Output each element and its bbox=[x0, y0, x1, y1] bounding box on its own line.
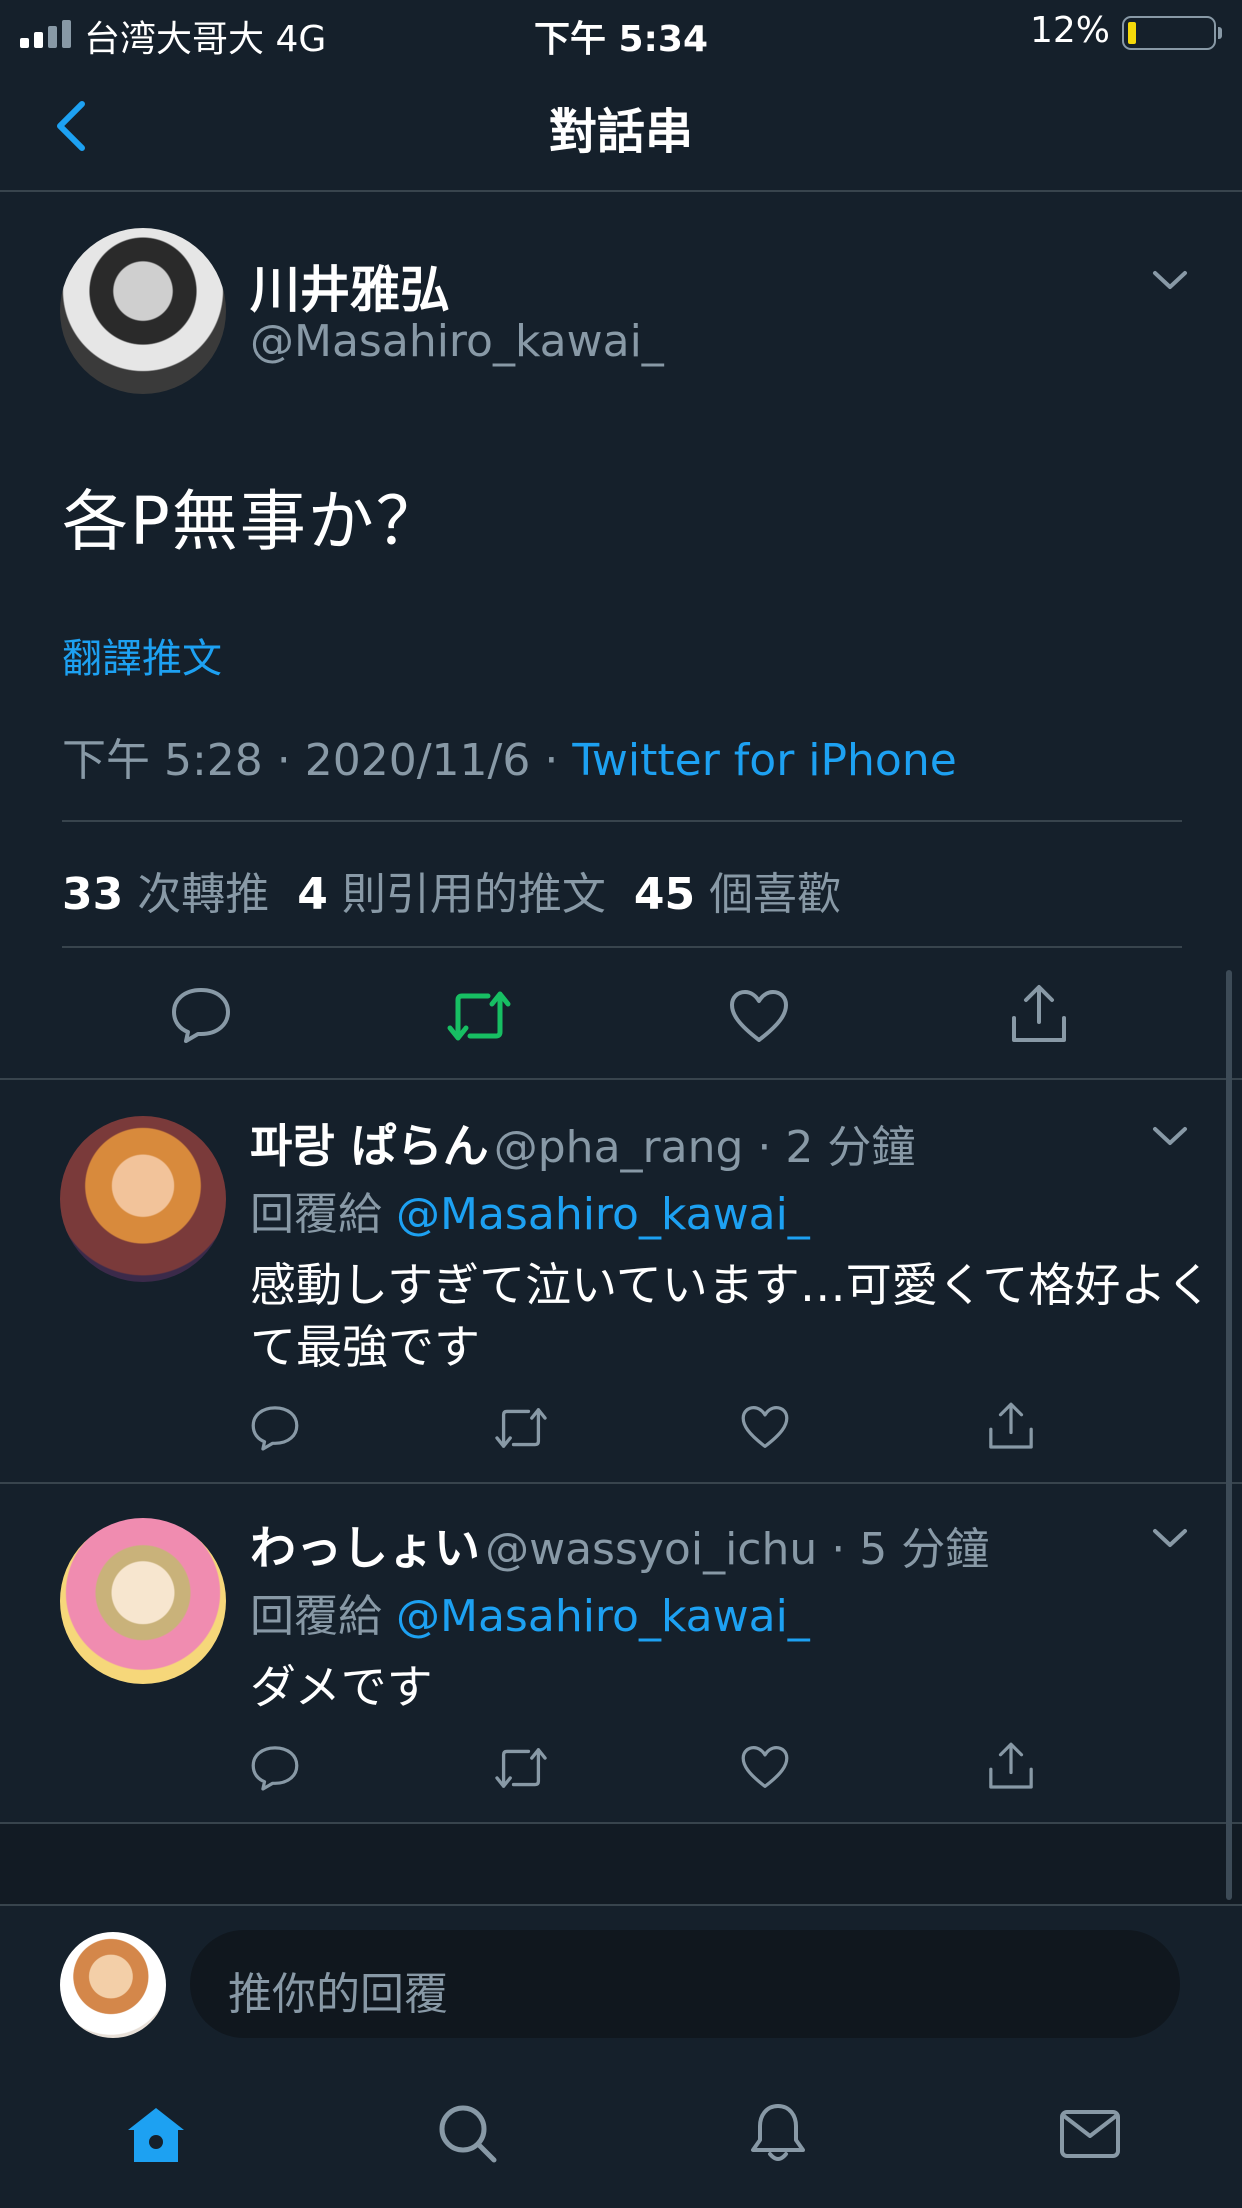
messages-icon[interactable] bbox=[1058, 2108, 1122, 2160]
reply-to-handle-link[interactable]: @Masahiro_kawai_ bbox=[396, 1591, 810, 1642]
notifications-icon[interactable] bbox=[748, 2100, 808, 2166]
reply-avatar[interactable] bbox=[60, 1116, 226, 1282]
reply-icon[interactable] bbox=[250, 1744, 300, 1792]
battery-icon bbox=[1122, 16, 1222, 50]
thread-end-spacer bbox=[0, 1824, 1242, 1904]
chevron-down-icon[interactable] bbox=[1152, 1526, 1188, 1550]
reply-avatar[interactable] bbox=[60, 1518, 226, 1684]
battery-percent: 12% bbox=[1029, 10, 1110, 51]
tweet-stats: 33 次轉推 4 則引用的推文 45 個喜歡 bbox=[62, 858, 841, 922]
meta-divider bbox=[62, 820, 1182, 822]
like-icon[interactable] bbox=[740, 1404, 790, 1450]
reply-divider bbox=[0, 1482, 1242, 1484]
author-name[interactable]: 川井雅弘 bbox=[250, 250, 450, 322]
share-icon[interactable] bbox=[1008, 982, 1070, 1046]
reply-author-name[interactable]: わっしょい bbox=[250, 1521, 480, 1575]
reply-icon[interactable] bbox=[250, 1404, 300, 1452]
quotes-stat[interactable]: 4 則引用的推文 bbox=[297, 869, 606, 920]
share-icon[interactable] bbox=[986, 1400, 1036, 1452]
reply-to-line: 回覆給 @Masahiro_kawai_ bbox=[250, 1591, 810, 1642]
like-icon[interactable] bbox=[728, 988, 790, 1044]
author-handle[interactable]: @Masahiro_kawai_ bbox=[250, 316, 664, 367]
reply-icon[interactable] bbox=[170, 986, 232, 1044]
tweet-source-link[interactable]: Twitter for iPhone bbox=[572, 735, 956, 786]
composer-placeholder: 推你的回覆 bbox=[228, 1969, 448, 2020]
page-title: 對話串 bbox=[548, 104, 693, 160]
reply-header: わっしょい @wassyoi_ichu · 5 分鐘 bbox=[250, 1512, 1170, 1578]
retweet-icon[interactable] bbox=[444, 988, 514, 1044]
composer-divider bbox=[0, 1904, 1242, 1906]
nav-divider bbox=[0, 190, 1242, 192]
reply-to-line: 回覆給 @Masahiro_kawai_ bbox=[250, 1189, 810, 1240]
my-avatar[interactable] bbox=[60, 1932, 166, 2038]
reply-text: 感動しすぎて泣いています…可愛くて格好よくて最強です bbox=[250, 1258, 1213, 1374]
reply-text: ダメです bbox=[250, 1660, 433, 1714]
reply-author-name[interactable]: 파랑 ぱらん bbox=[250, 1119, 489, 1173]
tweet-meta: 下午 5:28 · 2020/11/6 · Twitter for iPhone bbox=[62, 724, 957, 788]
share-icon[interactable] bbox=[986, 1740, 1036, 1792]
stats-divider bbox=[62, 946, 1182, 948]
tweet-timestamp: 下午 5:28 · 2020/11/6 · bbox=[62, 735, 573, 786]
reply-handle-time[interactable]: @wassyoi_ichu · 5 分鐘 bbox=[485, 1524, 989, 1575]
author-avatar[interactable] bbox=[60, 228, 226, 394]
status-bar: 台湾大哥大 4G 下午 5:34 12% bbox=[0, 0, 1242, 64]
likes-stat[interactable]: 45 個喜歡 bbox=[634, 869, 841, 920]
like-icon[interactable] bbox=[740, 1744, 790, 1790]
main-tweet-divider bbox=[0, 1078, 1242, 1080]
reply-to-handle-link[interactable]: @Masahiro_kawai_ bbox=[396, 1189, 810, 1240]
retweet-icon[interactable] bbox=[492, 1404, 550, 1452]
reply-handle-time[interactable]: @pha_rang · 2 分鐘 bbox=[494, 1122, 916, 1173]
reply-header: 파랑 ぱらん @pha_rang · 2 分鐘 bbox=[250, 1110, 1170, 1176]
retweet-icon[interactable] bbox=[492, 1744, 550, 1792]
reply-composer-input[interactable]: 推你的回覆 bbox=[190, 1930, 1180, 2038]
translate-tweet-link[interactable]: 翻譯推文 bbox=[62, 626, 222, 684]
home-icon[interactable] bbox=[124, 2104, 188, 2166]
scrollbar[interactable] bbox=[1226, 970, 1232, 1900]
tweet-text: 各P無事か？ bbox=[62, 483, 444, 560]
chevron-down-icon[interactable] bbox=[1152, 1124, 1188, 1148]
retweets-stat[interactable]: 33 次轉推 bbox=[62, 869, 269, 920]
chevron-down-icon[interactable] bbox=[1152, 268, 1188, 292]
search-icon[interactable] bbox=[436, 2102, 500, 2166]
